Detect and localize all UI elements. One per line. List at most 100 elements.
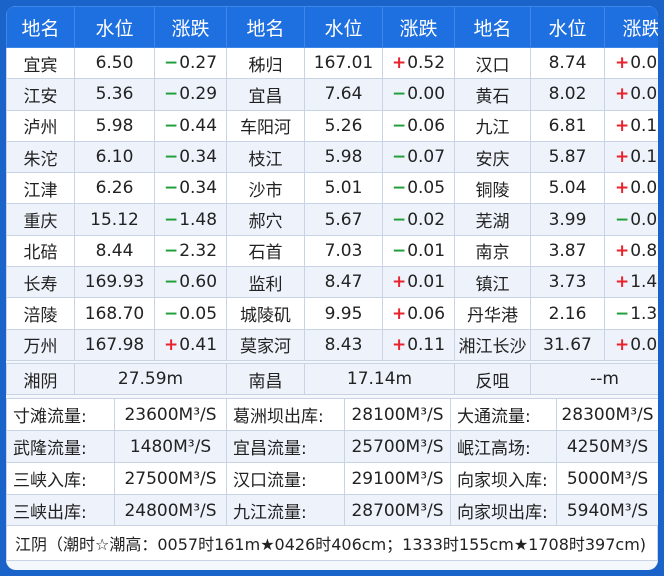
- rise-sign: +: [614, 84, 630, 105]
- table-row: 长寿169.93−0.60监利8.47+0.01镇江3.73+1.41: [6, 266, 658, 299]
- station-level: 5.98: [74, 109, 155, 142]
- station-change: −0.05: [382, 172, 455, 205]
- tide-info: 江阴（潮时☆潮高：0057时161m★0426时406cm；1333时155cm…: [6, 525, 658, 561]
- change-value: 0.00: [407, 84, 446, 105]
- station-change: +0.08: [604, 46, 658, 80]
- fall-sign: −: [163, 178, 179, 199]
- station-change: −0.07: [382, 140, 455, 174]
- change-value: 2.32: [179, 240, 218, 261]
- extra-station-level: 17.14m: [304, 363, 455, 395]
- change-value: 0.34: [179, 147, 218, 168]
- fall-sign: −: [391, 240, 407, 261]
- station-change: +0.82: [604, 234, 658, 268]
- station-level: 5.04: [530, 172, 605, 205]
- change-value: 0.11: [407, 334, 446, 355]
- change-value: 0.08: [630, 84, 658, 105]
- flow-value: 1480M³/S: [114, 430, 227, 463]
- change-value: 0.06: [630, 334, 658, 355]
- flow-value: 29100M³/S: [344, 462, 451, 495]
- extra-station-level: --m: [530, 363, 658, 395]
- change-value: 0.08: [630, 53, 658, 74]
- station-level: 8.74: [530, 46, 605, 80]
- station-name: 宜宾: [6, 46, 75, 80]
- fall-sign: −: [391, 84, 407, 105]
- station-name: 车阳河: [226, 109, 305, 142]
- change-value: 0.41: [179, 334, 218, 355]
- station-level: 2.16: [530, 297, 605, 330]
- extra-station-name: 湘阴: [6, 363, 75, 395]
- header-change-1: 涨跌: [154, 6, 227, 48]
- rise-sign: +: [391, 53, 407, 74]
- station-name: 九江: [454, 109, 531, 142]
- fall-sign: −: [391, 209, 407, 230]
- station-level: 6.26: [74, 172, 155, 205]
- flow-label: 汉口流量:: [226, 462, 345, 495]
- station-change: +0.52: [382, 46, 455, 80]
- station-level: 5.98: [304, 140, 383, 174]
- station-level: 6.10: [74, 140, 155, 174]
- table-row: 北碚8.44−2.32石首7.03−0.01南京3.87+0.82: [6, 234, 658, 268]
- rise-sign: +: [391, 334, 407, 355]
- flow-value: 4250M³/S: [556, 430, 658, 463]
- station-change: −1.37: [604, 297, 658, 330]
- flow-label: 向家坝出库:: [450, 494, 557, 527]
- flow-label: 三峡出库:: [6, 494, 115, 527]
- station-name: 莫家河: [226, 328, 305, 361]
- change-value: 0.01: [407, 240, 446, 261]
- change-value: 0.06: [407, 303, 446, 324]
- header-change-2: 涨跌: [382, 6, 455, 48]
- flow-table: 寸滩流量: 23600M³/S 葛洲坝出库: 28100M³/S 大通流量: 28300M…: [6, 398, 658, 527]
- flow-label: 宜昌流量:: [226, 430, 345, 463]
- station-name: 丹华港: [454, 297, 531, 330]
- rise-sign: +: [614, 53, 630, 74]
- rise-sign: +: [391, 272, 407, 293]
- header-name-2: 地名: [226, 6, 305, 48]
- station-name: 涪陵: [6, 297, 75, 330]
- rise-sign: +: [614, 147, 630, 168]
- station-level: 3.87: [530, 234, 605, 268]
- station-change: −0.01: [382, 234, 455, 268]
- station-change: −0.00: [382, 78, 455, 111]
- station-name: 泸州: [6, 109, 75, 142]
- change-value: 0.01: [407, 272, 446, 293]
- station-name: 芜湖: [454, 203, 531, 236]
- change-value: 0.11: [630, 115, 658, 136]
- fall-sign: −: [163, 303, 179, 324]
- station-change: +0.11: [604, 109, 658, 142]
- table-row: 宜宾6.50−0.27秭归167.01+0.52汉口8.74+0.08: [6, 46, 658, 80]
- rise-sign: +: [614, 272, 630, 293]
- station-change: −0.34: [154, 172, 227, 205]
- extra-station-name: 南昌: [226, 363, 305, 395]
- station-level: 5.01: [304, 172, 383, 205]
- station-name: 长寿: [6, 266, 75, 299]
- station-name: 重庆: [6, 203, 75, 236]
- change-value: 1.48: [179, 209, 218, 230]
- station-level: 6.81: [530, 109, 605, 142]
- fall-sign: −: [391, 115, 407, 136]
- station-change: −0.44: [154, 109, 227, 142]
- rise-sign: +: [614, 334, 630, 355]
- rise-sign: +: [391, 303, 407, 324]
- station-name: 黄石: [454, 78, 531, 111]
- flow-label: 向家坝入库:: [450, 462, 557, 495]
- fall-sign: −: [163, 272, 179, 293]
- fall-sign: −: [163, 240, 179, 261]
- station-name: 江安: [6, 78, 75, 111]
- station-level: 8.02: [530, 78, 605, 111]
- change-value: 0.34: [179, 178, 218, 199]
- extra-stations-row: 湘阴 27.59m 南昌 17.14m 反咀 --m: [6, 363, 658, 395]
- fall-sign: −: [614, 209, 630, 230]
- header-name-1: 地名: [6, 6, 75, 48]
- station-level: 169.93: [74, 266, 155, 299]
- change-value: 0.04: [630, 178, 658, 199]
- flow-value: 27500M³/S: [114, 462, 227, 495]
- station-change: +0.06: [382, 297, 455, 330]
- rise-sign: +: [614, 240, 630, 261]
- station-change: +1.41: [604, 266, 658, 299]
- flow-label: 三峡入库:: [6, 462, 115, 495]
- station-change: −0.60: [154, 266, 227, 299]
- flow-value: 5000M³/S: [556, 462, 658, 495]
- change-value: 0.44: [179, 115, 218, 136]
- rise-sign: +: [163, 334, 179, 355]
- tide-row: 江阴（潮时☆潮高：0057时161m★0426时406cm；1333时155cm…: [6, 525, 658, 561]
